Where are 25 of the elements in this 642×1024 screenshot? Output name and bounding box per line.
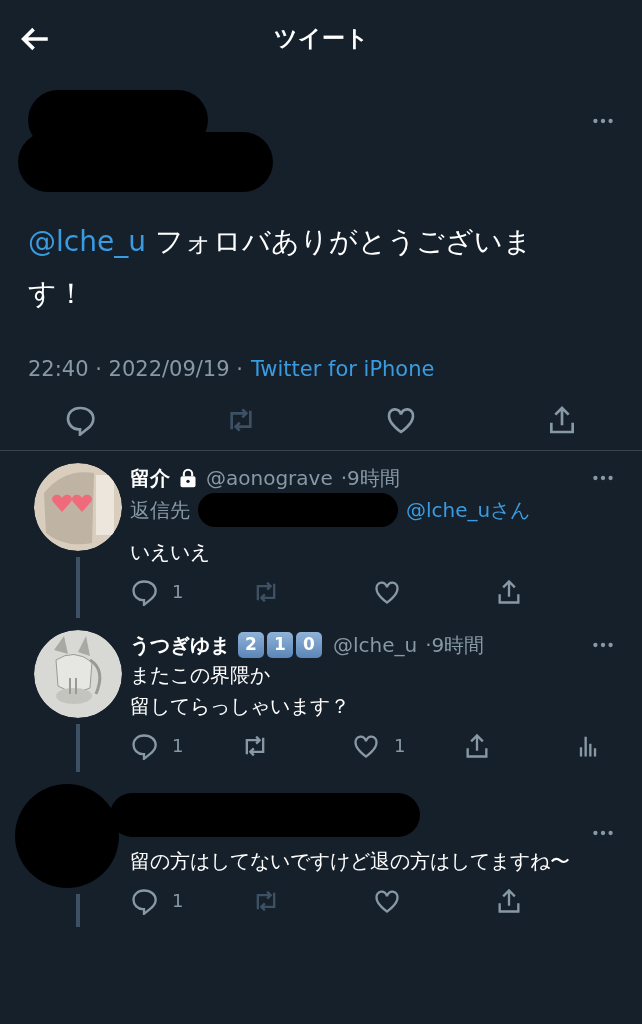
reply-to-label: 返信先	[130, 496, 190, 524]
action-count: 1	[172, 580, 184, 604]
reply-text: 留してらっしゃいます？	[130, 692, 351, 720]
tweet-text: @lche_u フォロバありがとうございます！	[28, 224, 533, 312]
mention-link[interactable]: @lche_u	[406, 494, 491, 525]
user-handle: @aonograve	[206, 464, 333, 492]
timestamp: ·9時間	[340, 464, 400, 492]
reply-text: いえいえ	[130, 538, 211, 566]
number-badge: 2	[238, 631, 264, 658]
action-count: 1	[172, 889, 184, 913]
reply-text: 留の方はしてないですけど退の方はしてますね〜	[130, 847, 570, 875]
mention-link[interactable]: @lche_u	[28, 225, 146, 258]
action-count: 1	[172, 734, 184, 758]
tweet-timestamp: 22:40 · 2022/09/19 ·	[28, 356, 243, 383]
number-badge: 0	[296, 631, 322, 658]
display-name: うつぎゆま	[130, 631, 230, 659]
reply-to-suffix: さん	[490, 496, 531, 524]
number-badge: 1	[267, 631, 293, 658]
display-name: 留介	[130, 464, 170, 492]
source-link[interactable]: Twitter for iPhone	[250, 354, 435, 386]
action-count: 1	[394, 734, 406, 758]
timestamp: ·9時間	[425, 631, 485, 659]
page-title: ツイート	[273, 23, 369, 53]
user-handle: @lche_u	[333, 631, 418, 659]
reply-text: またこの界隈か	[130, 661, 271, 689]
